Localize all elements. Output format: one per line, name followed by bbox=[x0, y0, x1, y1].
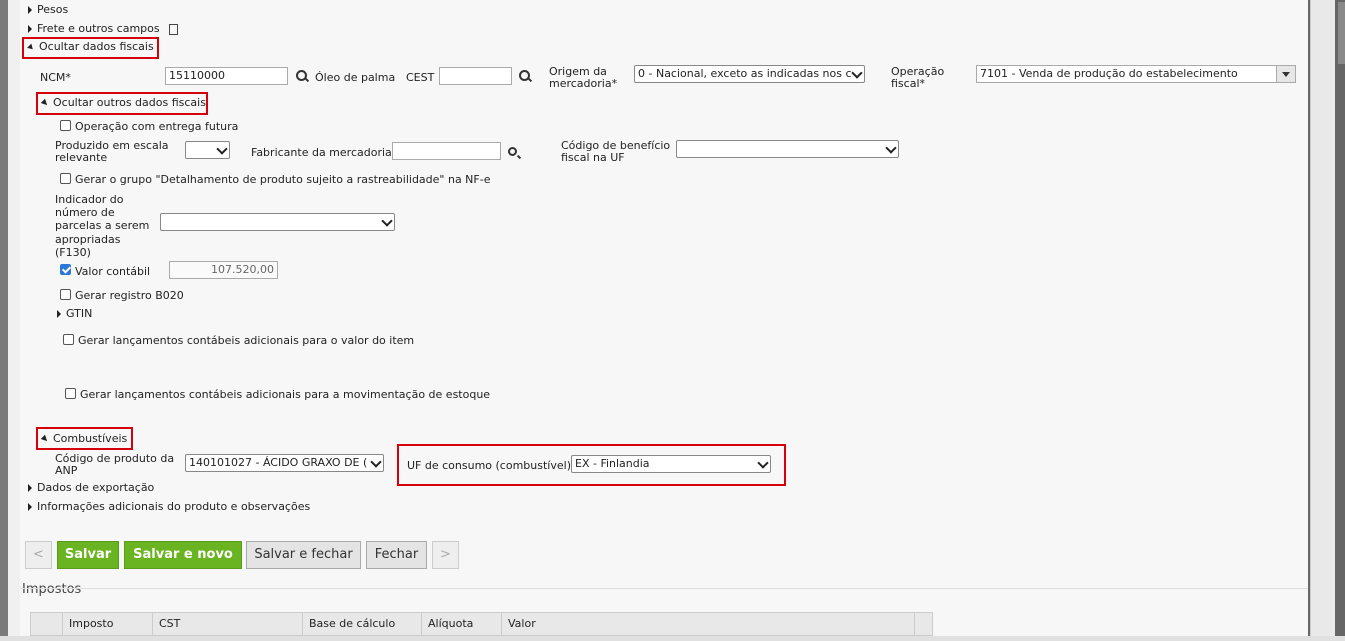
rastreabilidade-label: Gerar o grupo "Detalhamento de produto s… bbox=[75, 173, 491, 186]
cest-label: CEST bbox=[406, 71, 435, 84]
section-frete-label: Frete e outros campos bbox=[37, 22, 160, 35]
indicador-select[interactable] bbox=[160, 213, 395, 231]
chevron-down-icon bbox=[885, 142, 897, 154]
section-ocultar-fiscais-label: Ocultar dados fiscais bbox=[39, 40, 154, 53]
section-pesos[interactable]: Pesos bbox=[28, 4, 68, 16]
anp-select[interactable]: 140101027 - ÁCIDO GRAXO DE ( bbox=[185, 454, 384, 472]
search-icon[interactable] bbox=[519, 70, 530, 81]
caret-right-icon bbox=[28, 484, 32, 492]
fabricante-label: Fabricante da mercadoria bbox=[251, 146, 392, 159]
section-gtin[interactable]: GTIN bbox=[57, 308, 92, 320]
uf-consumo-select-value: EX - Finlandia bbox=[575, 457, 650, 470]
chevron-down-icon bbox=[216, 143, 228, 155]
escala-select[interactable] bbox=[185, 141, 230, 159]
table-header-select bbox=[31, 613, 63, 635]
uf-consumo-label: UF de consumo (combustível) bbox=[407, 459, 571, 472]
section-info-adicionais[interactable]: Informações adicionais do produto e obse… bbox=[28, 501, 310, 513]
divider bbox=[20, 588, 1308, 589]
lanc-valor-label: Gerar lançamentos contábeis adicionais p… bbox=[78, 334, 415, 347]
beneficio-select[interactable] bbox=[676, 140, 899, 158]
scrollbar-thumb[interactable] bbox=[1338, 2, 1345, 64]
b020-label: Gerar registro B020 bbox=[75, 289, 184, 302]
origem-select[interactable]: 0 - Nacional, exceto as indicadas nos c bbox=[634, 65, 865, 83]
lanc-estoque-label: Gerar lançamentos contábeis adicionais p… bbox=[80, 388, 491, 401]
caret-right-icon bbox=[28, 25, 32, 33]
save-and-new-button[interactable]: Salvar e novo bbox=[124, 541, 242, 569]
section-ocultar-outros[interactable]: Ocultar outros dados fiscais bbox=[40, 96, 206, 109]
entrega-futura-checkbox[interactable] bbox=[60, 120, 71, 131]
next-button[interactable]: > bbox=[432, 541, 459, 569]
bottom-edge bbox=[0, 636, 1345, 641]
beneficio-label: Código de benefício fiscal na UF bbox=[561, 139, 671, 164]
caret-right-icon bbox=[28, 503, 32, 511]
left-window-edge bbox=[0, 0, 8, 641]
section-combustiveis-label: Combustíveis bbox=[53, 432, 128, 445]
b020-checkbox[interactable] bbox=[60, 289, 71, 300]
caret-down-icon bbox=[1282, 72, 1290, 77]
section-exportacao[interactable]: Dados de exportação bbox=[28, 482, 154, 494]
caret-down-icon bbox=[40, 434, 50, 444]
caret-right-icon bbox=[28, 6, 32, 14]
ncm-description: Óleo de palma bbox=[315, 71, 396, 84]
cest-input[interactable] bbox=[439, 67, 512, 85]
section-ocultar-fiscais[interactable]: Ocultar dados fiscais bbox=[27, 40, 154, 53]
column-header[interactable]: Valor bbox=[502, 613, 915, 635]
chevron-down-icon bbox=[757, 457, 769, 469]
section-exportacao-label: Dados de exportação bbox=[37, 481, 155, 494]
ncm-input[interactable]: 15110000 bbox=[165, 67, 288, 85]
valor-contabil-checkbox[interactable] bbox=[60, 264, 71, 275]
origem-label: Origem da mercadoria* bbox=[549, 65, 618, 90]
form-panel: Pesos Frete e outros campos Ocultar dado… bbox=[20, 0, 1308, 641]
impostos-title: Impostos bbox=[22, 582, 82, 597]
right-scrollbar[interactable] bbox=[1308, 0, 1345, 641]
search-icon[interactable] bbox=[296, 70, 307, 81]
column-header[interactable]: Alíquota bbox=[422, 613, 502, 635]
section-pesos-label: Pesos bbox=[37, 3, 69, 16]
caret-right-icon bbox=[57, 310, 61, 318]
section-frete[interactable]: Frete e outros campos bbox=[28, 22, 179, 35]
close-button[interactable]: Fechar bbox=[366, 541, 427, 569]
save-and-close-button[interactable]: Salvar e fechar bbox=[246, 541, 361, 569]
section-ocultar-outros-label: Ocultar outros dados fiscais bbox=[53, 96, 206, 109]
caret-down-icon bbox=[27, 43, 35, 51]
anp-select-value: 140101027 - ÁCIDO GRAXO DE ( bbox=[189, 456, 368, 469]
section-info-adicionais-label: Informações adicionais do produto e obse… bbox=[37, 500, 311, 513]
chevron-down-icon bbox=[370, 456, 382, 468]
document-icon[interactable] bbox=[169, 23, 179, 35]
operacao-label: Operação fiscal* bbox=[891, 65, 945, 90]
ncm-label: NCM* bbox=[40, 71, 71, 84]
section-gtin-label: GTIN bbox=[66, 307, 93, 320]
rastreabilidade-checkbox[interactable] bbox=[60, 173, 71, 184]
impostos-table-header: Imposto CST Base de cálculo Alíquota Val… bbox=[30, 612, 933, 636]
uf-consumo-select[interactable]: EX - Finlandia bbox=[571, 455, 771, 473]
entrega-futura-label: Operação com entrega futura bbox=[75, 120, 239, 133]
section-combustiveis[interactable]: Combustíveis bbox=[40, 432, 128, 445]
dropdown-button[interactable] bbox=[1276, 66, 1295, 82]
anp-label: Código de produto da ANP bbox=[55, 452, 175, 477]
column-header[interactable]: Base de cálculo bbox=[303, 613, 422, 635]
column-header[interactable]: CST bbox=[153, 613, 303, 635]
lanc-estoque-checkbox[interactable] bbox=[65, 388, 76, 399]
fabricante-input[interactable] bbox=[392, 142, 501, 160]
save-button[interactable]: Salvar bbox=[57, 541, 119, 569]
caret-down-icon bbox=[40, 98, 50, 108]
chevron-down-icon bbox=[851, 67, 863, 79]
valor-contabil-label: Valor contábil bbox=[75, 265, 151, 278]
search-icon[interactable] bbox=[508, 147, 517, 156]
column-header[interactable]: Imposto bbox=[63, 613, 153, 635]
lanc-valor-checkbox[interactable] bbox=[63, 334, 74, 345]
prev-button[interactable]: < bbox=[25, 541, 52, 569]
chevron-down-icon bbox=[381, 215, 393, 227]
operacao-select-value: 7101 - Venda de produção do estabelecime… bbox=[980, 67, 1238, 80]
operacao-select[interactable]: 7101 - Venda de produção do estabelecime… bbox=[976, 65, 1296, 83]
origem-select-value: 0 - Nacional, exceto as indicadas nos c bbox=[638, 67, 852, 80]
valor-contabil-input[interactable]: 107.520,00 bbox=[169, 261, 278, 279]
indicador-label: Indicador do número de parcelas a serem apr… bbox=[55, 193, 150, 259]
escala-label: Produzido em escala relevante bbox=[55, 139, 169, 164]
